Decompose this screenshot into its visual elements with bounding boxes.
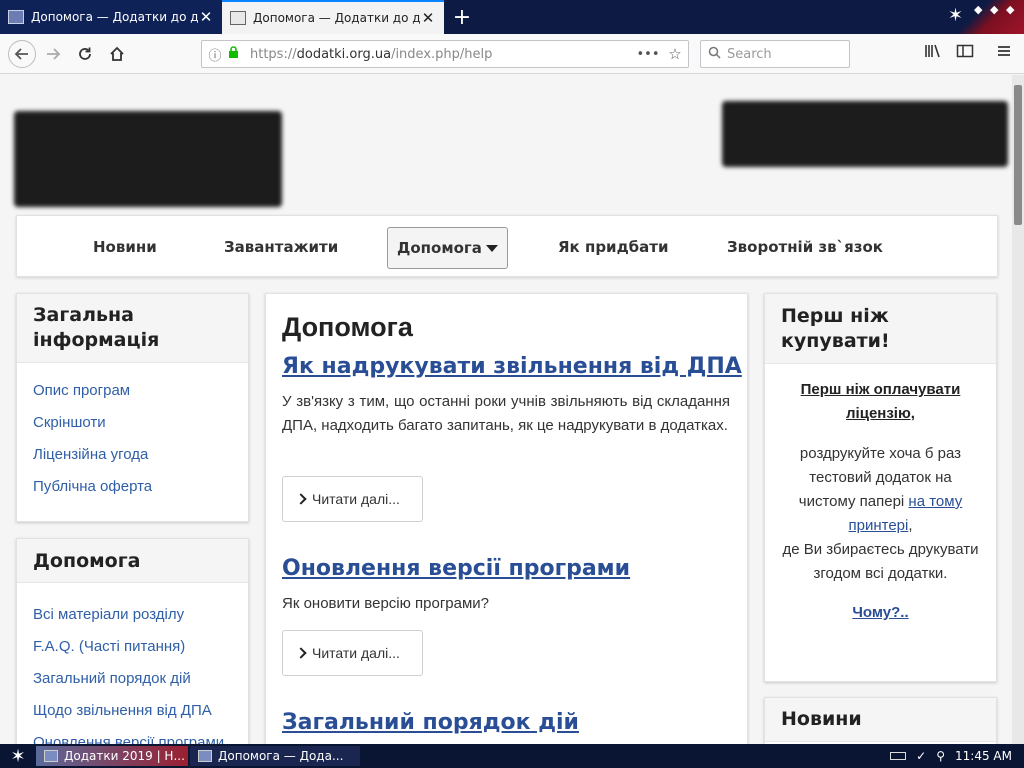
tab-active[interactable]: Допомога — Додатки до докуме ✕ — [222, 0, 444, 34]
link-program-description[interactable]: Опис програм — [33, 375, 232, 407]
help-panel-title: Допомога — [17, 539, 248, 583]
keyboard-icon[interactable] — [890, 752, 907, 760]
tab-strip: Допомога — Додатки до докуме ✕ Допомога … — [0, 0, 1024, 34]
sidebar-icon[interactable] — [956, 43, 974, 63]
news-panel: Новини — [764, 697, 997, 744]
menu-item-help[interactable]: Допомога — [387, 227, 508, 269]
new-tab-button[interactable]: + — [444, 0, 480, 34]
news-panel-title: Новини — [765, 698, 996, 742]
forward-icon[interactable] — [40, 41, 66, 67]
link-dpa-exemption[interactable]: Щодо звільнення від ДПА — [33, 695, 232, 727]
before-buying-body: Перш ніж оплачувати ліцензію, роздрукуйт… — [765, 364, 996, 625]
library-icon[interactable] — [924, 43, 942, 63]
article-text-update: Як оновити версію програми? — [282, 595, 490, 612]
tab-close-icon[interactable]: ✕ — [198, 8, 214, 26]
menu-item-download[interactable]: Завантажити — [224, 216, 338, 278]
url-text: https://dodatki.org.ua/index.php/help — [250, 46, 493, 62]
url-bar[interactable]: ⓘ https://dodatki.org.ua/index.php/help … — [201, 40, 689, 68]
menu-item-help-label: Допомога — [397, 239, 482, 257]
tab-inactive[interactable]: Допомога — Додатки до докуме ✕ — [0, 0, 222, 34]
window-minimize-icon[interactable]: ◆ — [974, 3, 982, 16]
menu-item-news[interactable]: Новини — [93, 216, 157, 278]
menu-item-how-to-buy[interactable]: Як придбати — [558, 216, 668, 278]
bookmark-star-icon[interactable]: ☆ — [662, 45, 688, 63]
page-favicon-icon — [8, 10, 24, 24]
general-info-panel: Загальна інформація Опис програм Скріншо… — [16, 293, 249, 522]
network-icon[interactable]: ✓ — [916, 749, 926, 763]
window-controls: ✶ ◆ ◆ ◆ — [944, 0, 1024, 34]
scrollbar-thumb[interactable] — [1014, 85, 1022, 225]
help-links-list: Всі матеріали розділу F.A.Q. (Часті пита… — [17, 583, 248, 744]
link-general-procedure[interactable]: Загальний порядок дій — [33, 663, 232, 695]
read-more-button[interactable]: Читати далі... — [282, 630, 423, 676]
tab-title: Допомога — Додатки до докуме — [31, 10, 198, 24]
search-placeholder: Search — [727, 46, 772, 62]
link-all-materials[interactable]: Всі матеріали розділу — [33, 599, 232, 631]
page-actions-icon[interactable]: ••• — [634, 47, 662, 62]
lock-icon[interactable] — [228, 46, 244, 62]
link-license-agreement[interactable]: Ліцензійна угода — [33, 439, 232, 471]
search-icon — [701, 46, 727, 63]
taskbar-item[interactable]: Додатки 2019 | Н... — [36, 746, 188, 766]
start-menu-icon[interactable]: ✶ — [0, 746, 36, 767]
article-title-update[interactable]: Оновлення версії програми — [282, 556, 630, 581]
before-buying-panel: Перш ніж купувати! Перш ніж оплачувати л… — [764, 293, 997, 682]
link-screenshots[interactable]: Скріншоти — [33, 407, 232, 439]
general-info-title: Загальна інформація — [17, 294, 248, 363]
before-buying-title: Перш ніж купувати! — [765, 294, 996, 364]
home-icon[interactable] — [104, 41, 130, 67]
chevron-right-icon — [295, 493, 307, 505]
link-faq[interactable]: F.A.Q. (Часті питання) — [33, 631, 232, 663]
article-text-dpa: У зв'язку з тим, що останні роки учнів з… — [282, 393, 730, 434]
tab-title: Допомога — Додатки до докуме — [253, 11, 420, 25]
chevron-right-icon — [295, 647, 307, 659]
help-panel: Допомога Всі матеріали розділу F.A.Q. (Ч… — [16, 538, 249, 744]
page-favicon-icon — [230, 11, 246, 25]
search-icon[interactable]: ⚲ — [936, 749, 945, 763]
site-logo-redacted — [14, 111, 282, 207]
window-close-icon[interactable]: ◆ — [1006, 3, 1014, 16]
window-icon — [198, 750, 212, 762]
why-link[interactable]: Чому?.. — [779, 601, 982, 625]
wm-star-icon: ✶ — [948, 5, 964, 26]
pay-license-link[interactable]: Перш ніж оплачувати ліцензію, — [779, 378, 982, 426]
read-more-button[interactable]: Читати далі... — [282, 476, 423, 522]
read-more-label: Читати далі... — [312, 645, 400, 661]
search-input[interactable]: Search — [700, 40, 850, 68]
header-banner-redacted — [722, 101, 1008, 167]
navigation-bar: ⓘ https://dodatki.org.ua/index.php/help … — [0, 34, 1024, 74]
site-menu: Новини Завантажити Допомога Як придбати … — [16, 215, 998, 277]
page-title: Допомога — [282, 312, 413, 342]
reload-icon[interactable] — [72, 41, 98, 67]
clock: 11:45 AM — [955, 749, 1012, 763]
page-scrollbar[interactable] — [1012, 75, 1024, 744]
before-buying-text: роздрукуйте хоча б раз тестовий додаток … — [782, 445, 979, 582]
article-title-procedure[interactable]: Загальний порядок дій — [282, 710, 579, 735]
link-program-update[interactable]: Оновлення версії програми — [33, 727, 232, 744]
menu-item-feedback[interactable]: Зворотній зв`язок — [727, 216, 883, 278]
caret-down-icon — [485, 244, 498, 252]
article-title-dpa[interactable]: Як надрукувати звільнення від ДПА — [282, 354, 742, 379]
read-more-label: Читати далі... — [312, 491, 400, 507]
menu-icon[interactable] — [996, 43, 1012, 63]
taskbar-item[interactable]: Допомога — Дода... — [190, 746, 360, 766]
os-taskbar: ✶ Додатки 2019 | Н... Допомога — Дода...… — [0, 744, 1024, 768]
tab-close-icon[interactable]: ✕ — [420, 9, 436, 27]
main-content: Допомога Як надрукувати звільнення від Д… — [265, 293, 748, 744]
info-icon[interactable]: ⓘ — [202, 45, 228, 64]
window-maximize-icon[interactable]: ◆ — [990, 3, 998, 16]
back-icon[interactable] — [8, 40, 36, 68]
web-page: Новини Завантажити Допомога Як придбати … — [0, 75, 1012, 744]
link-public-offer[interactable]: Публічна оферта — [33, 471, 232, 503]
window-icon — [44, 750, 58, 762]
system-tray: ✓ ⚲ 11:45 AM — [890, 749, 1024, 763]
general-info-list: Опис програм Скріншоти Ліцензійна угода … — [17, 363, 248, 503]
